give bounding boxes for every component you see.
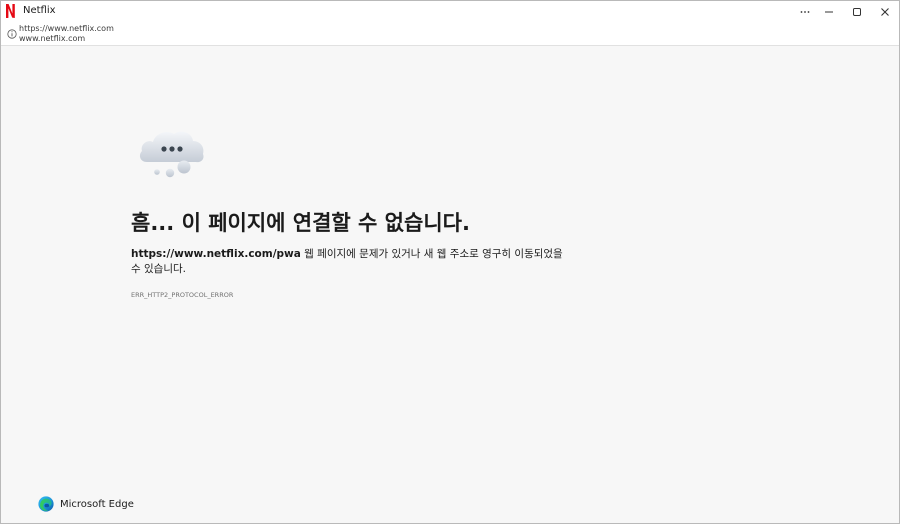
more-icon bbox=[800, 10, 810, 13]
minimize-button[interactable] bbox=[815, 1, 843, 22]
maximize-icon bbox=[853, 7, 861, 16]
title-bar[interactable]: Netflix bbox=[1, 1, 899, 22]
error-description: https://www.netflix.com/pwa 웹 페이지에 문제가 있… bbox=[131, 247, 571, 277]
address-url[interactable]: https://www.netflix.com bbox=[19, 24, 114, 34]
maximize-button[interactable] bbox=[843, 1, 871, 22]
cloud-icon bbox=[139, 131, 204, 178]
address-bar[interactable]: https://www.netflix.com www.netflix.com bbox=[1, 22, 899, 46]
app-window: Netflix https://www.netflix.com www.netf… bbox=[0, 0, 900, 524]
minimize-icon bbox=[825, 11, 833, 12]
edge-brand-label: Microsoft Edge bbox=[60, 499, 134, 510]
info-icon[interactable] bbox=[7, 29, 17, 39]
close-button[interactable] bbox=[871, 1, 899, 22]
error-heading: 흠... 이 페이지에 연결할 수 없습니다. bbox=[131, 211, 470, 235]
window-title: Netflix bbox=[23, 5, 56, 16]
netflix-logo-icon bbox=[6, 4, 15, 18]
error-url: https://www.netflix.com/pwa bbox=[131, 248, 301, 260]
edge-logo-icon bbox=[38, 496, 54, 512]
close-icon bbox=[881, 7, 889, 16]
error-code: ERR_HTTP2_PROTOCOL_ERROR bbox=[131, 291, 234, 299]
address-host: www.netflix.com bbox=[19, 34, 86, 43]
